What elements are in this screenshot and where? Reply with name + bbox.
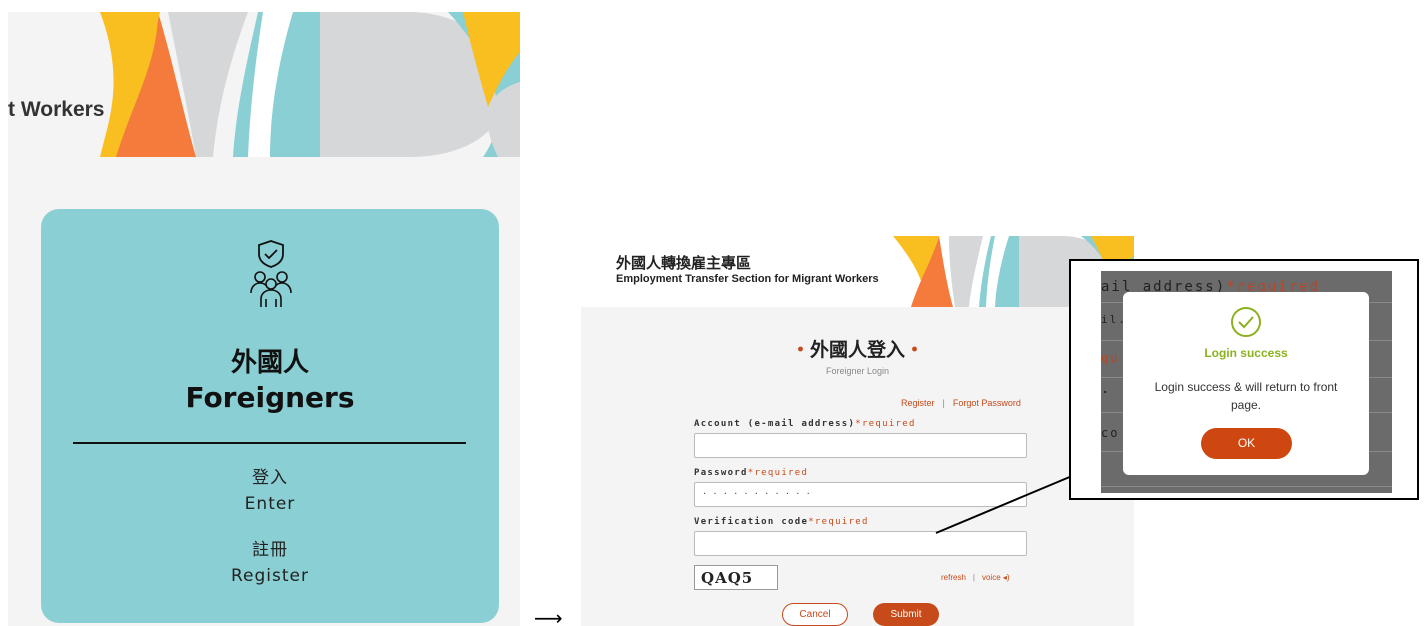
verification-input[interactable] [694, 531, 1027, 556]
register-link[interactable]: 註冊 Register [41, 537, 499, 589]
card-title-en: Foreigners [185, 381, 355, 414]
account-input[interactable] [694, 433, 1027, 458]
foreigners-card: 外國人 Foreigners 登入 Enter 註冊 Register [41, 209, 499, 623]
password-label-text: Password [694, 468, 748, 478]
bg-fragment: qu [1101, 351, 1120, 365]
zoom-callout: ail address)*required il.co qu · · co Lo… [1069, 259, 1419, 500]
wave-banner-graphic [8, 12, 520, 157]
check-circle-icon [1231, 307, 1261, 337]
required-mark: *required [855, 419, 916, 429]
voice-link[interactable]: voice ◂) [982, 573, 1010, 582]
enter-link[interactable]: 登入 Enter [41, 465, 499, 517]
dialog-title: Login success [1204, 346, 1288, 360]
title-dot: ・ [905, 339, 925, 361]
captcha-links: refresh | voice ◂) [941, 573, 1010, 582]
title-text: 外國人登入 [809, 339, 905, 361]
captcha-image: QAQ5 [694, 565, 778, 590]
flow-arrow: ⟶ [534, 606, 563, 626]
dialog-message: Login success & will return to front pag… [1154, 380, 1338, 412]
cancel-button[interactable]: Cancel [782, 603, 848, 626]
bg-fragment: co [1101, 426, 1120, 440]
register-link[interactable]: Register [901, 398, 935, 408]
login-page: 外國人轉換雇主專區 Employment Transfer Section fo… [581, 236, 1134, 626]
register-link-zh: 註冊 [252, 540, 288, 560]
refresh-link[interactable]: refresh [941, 573, 966, 582]
link-separator: | [972, 573, 975, 582]
verification-label-text: Verification code [694, 517, 809, 527]
ok-button[interactable]: OK [1201, 428, 1292, 459]
page-title: ・外國人登入・ [581, 335, 1134, 362]
register-link-en: Register [231, 566, 309, 586]
card-title-zh: 外國人 [230, 348, 309, 378]
enter-link-en: Enter [244, 494, 296, 514]
site-title-en: Employment Transfer Section for Migrant … [616, 273, 879, 285]
login-header: 外國人轉換雇主專區 Employment Transfer Section fo… [581, 236, 1134, 307]
account-links: Register | Forgot Password [901, 398, 1021, 408]
password-label: Password*required [694, 468, 808, 478]
page-subtitle: Foreigner Login [825, 366, 890, 376]
verification-label: Verification code*required [694, 517, 869, 527]
forgot-password-link[interactable]: Forgot Password [953, 398, 1021, 408]
login-form: ・外國人登入・ Foreigner Login Register | Forgot … [581, 307, 1134, 626]
password-input[interactable]: · · · · · · · · · · · [694, 482, 1027, 507]
foreigner-portal-panel: t Workers 外國人 Foreigners 登入 Enter 註冊 Reg… [8, 12, 520, 626]
bg-line [1101, 486, 1392, 487]
divider [73, 442, 466, 444]
submit-button[interactable]: Submit [873, 603, 939, 626]
account-label-text: Account (e-mail address) [694, 419, 856, 429]
enter-link-zh: 登入 [252, 468, 288, 488]
title-dot: ・ [790, 339, 810, 361]
banner-title: t Workers [8, 98, 105, 121]
site-title-zh: 外國人轉換雇主專區 [616, 254, 752, 272]
account-label: Account (e-mail address)*required [694, 419, 916, 429]
login-success-dialog: Login success Login success & will retur… [1123, 292, 1369, 475]
required-mark: *required [808, 517, 869, 527]
required-mark: *required [747, 468, 809, 478]
link-separator: | [942, 398, 945, 408]
banner: t Workers [8, 12, 520, 157]
shield-people-icon [250, 240, 292, 307]
